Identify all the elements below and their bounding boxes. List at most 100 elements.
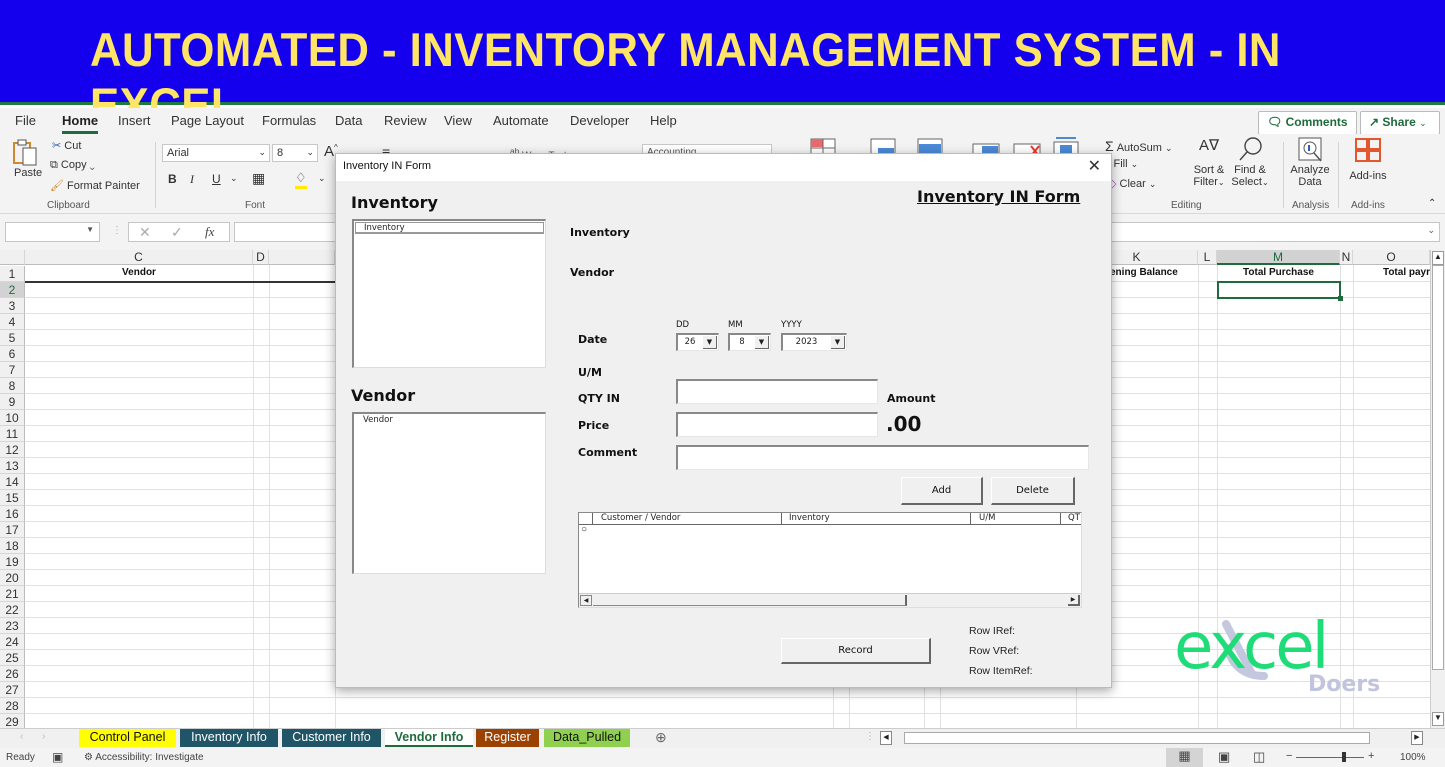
row-selector-icon[interactable]: ○ [581, 524, 587, 535]
cell-c1[interactable]: Vendor [25, 267, 253, 278]
font-name-select[interactable]: Arial ⌄ [162, 144, 270, 162]
grid-scroll-thumb[interactable] [593, 595, 907, 606]
sort-filter-button[interactable]: A∇ Sort & Filter⌄ [1192, 136, 1226, 188]
row-header-27[interactable]: 27 [0, 682, 25, 698]
add-ins-button[interactable]: Add-ins [1346, 136, 1390, 182]
row-header-21[interactable]: 21 [0, 586, 25, 602]
row-header-25[interactable]: 25 [0, 650, 25, 666]
italic-button[interactable]: I [190, 172, 194, 187]
tab-file[interactable]: File [15, 113, 36, 128]
fill-handle[interactable] [1338, 296, 1343, 301]
sheet-tab-vendor-info[interactable]: Vendor Info [385, 729, 473, 747]
scroll-thumb[interactable] [1432, 265, 1444, 670]
normal-view-icon[interactable]: ▦ [1166, 748, 1203, 767]
entries-grid[interactable]: Customer / Vendor Inventory U/M QT ○ ◀ ▶ [578, 512, 1082, 608]
price-input[interactable] [676, 412, 878, 437]
share-button[interactable]: ↗ Share ⌄ [1360, 111, 1440, 135]
vendor-listbox[interactable]: Vendor [352, 412, 546, 574]
borders-button[interactable]: ▦ [252, 170, 265, 187]
row-header-4[interactable]: 4 [0, 314, 25, 330]
grid-hscrollbar[interactable]: ◀ ▶ [579, 593, 1081, 607]
column-header-o[interactable]: O [1353, 250, 1430, 265]
column-header-n[interactable]: N [1340, 250, 1353, 265]
inventory-listbox[interactable]: Inventory [352, 219, 546, 368]
copy-button[interactable]: ⧉ Copy ⌄ [50, 159, 95, 172]
page-layout-view-icon[interactable]: ▣ [1218, 749, 1230, 765]
row-header-18[interactable]: 18 [0, 538, 25, 554]
dropdown-arrow-icon[interactable]: ▼ [755, 336, 769, 349]
hscroll-left-arrow[interactable]: ◀ [880, 731, 892, 745]
grid-col-qty[interactable]: QT [1068, 513, 1080, 524]
row-header-5[interactable]: 5 [0, 330, 25, 346]
find-select-button[interactable]: Find & Select⌄ [1230, 136, 1270, 188]
sheet-tab-inventory-info[interactable]: Inventory Info [180, 729, 278, 747]
close-icon[interactable]: ✕ [1088, 156, 1101, 176]
fill-button[interactable]: ↓Fill ⌄ [1108, 158, 1138, 170]
row-header-2[interactable]: 2 [0, 282, 25, 298]
drag-handle[interactable]: ⋮ [112, 225, 122, 236]
zoom-slider-thumb[interactable] [1342, 752, 1346, 762]
sheet-tab-customer-info[interactable]: Customer Info [282, 729, 381, 747]
row-header-23[interactable]: 23 [0, 618, 25, 634]
delete-button[interactable]: Delete [991, 477, 1075, 505]
add-button[interactable]: Add [901, 477, 983, 505]
sheet-tab-control-panel[interactable]: Control Panel [79, 729, 176, 747]
chevron-down-icon[interactable]: ⌄ [230, 173, 238, 184]
zoom-slider[interactable] [1296, 757, 1364, 758]
row-header-10[interactable]: 10 [0, 410, 25, 426]
prev-sheet-arrow[interactable]: ‹ [20, 731, 23, 742]
row-header-1[interactable]: 1 [0, 266, 25, 282]
row-header-8[interactable]: 8 [0, 378, 25, 394]
row-header-26[interactable]: 26 [0, 666, 25, 682]
bold-button[interactable]: B [168, 172, 177, 186]
sheet-tab-register[interactable]: Register [476, 729, 539, 747]
collapse-ribbon-icon[interactable]: ⌃ [1428, 198, 1436, 209]
column-header-m[interactable]: M [1217, 250, 1340, 265]
row-header-22[interactable]: 22 [0, 602, 25, 618]
add-sheet-icon[interactable]: ⊕ [655, 729, 667, 746]
row-header-29[interactable]: 29 [0, 714, 25, 728]
month-select[interactable]: 8 ▼ [728, 333, 771, 351]
comment-input[interactable] [676, 445, 1089, 470]
scroll-right-arrow[interactable]: ▶ [1068, 595, 1080, 606]
format-painter-button[interactable]: 🖌 Format Painter [50, 179, 140, 192]
row-header-13[interactable]: 13 [0, 458, 25, 474]
macro-record-icon[interactable]: ▣ [52, 750, 63, 764]
scroll-left-arrow[interactable]: ◀ [580, 595, 592, 606]
cell-o1[interactable]: Total payr [1353, 267, 1430, 278]
tab-developer[interactable]: Developer [570, 113, 629, 128]
scroll-up-arrow[interactable]: ▲ [1432, 251, 1444, 265]
comments-button[interactable]: 🗨 Comments [1258, 111, 1357, 135]
clear-button[interactable]: ◇ Clear ⌄ [1108, 177, 1156, 190]
tab-help[interactable]: Help [650, 113, 677, 128]
row-header-12[interactable]: 12 [0, 442, 25, 458]
tab-automate[interactable]: Automate [493, 113, 549, 128]
paste-button[interactable] [12, 138, 40, 168]
row-header-9[interactable]: 9 [0, 394, 25, 410]
row-header-3[interactable]: 3 [0, 298, 25, 314]
grid-col-um[interactable]: U/M [979, 513, 995, 524]
inventory-list-header[interactable]: Inventory [355, 222, 544, 234]
tab-review[interactable]: Review [384, 113, 427, 128]
select-all-corner[interactable] [0, 250, 25, 265]
sheet-tab-data-pulled[interactable]: Data_Pulled [544, 729, 630, 747]
cell-m1[interactable]: Total Purchase [1217, 267, 1340, 278]
paste-label[interactable]: Paste [14, 167, 42, 179]
active-cell-m2[interactable] [1217, 281, 1343, 301]
zoom-out-button[interactable]: − [1286, 750, 1292, 762]
row-header-28[interactable]: 28 [0, 698, 25, 714]
day-select[interactable]: 26 ▼ [676, 333, 719, 351]
grid-col-inventory[interactable]: Inventory [789, 513, 830, 524]
name-box[interactable]: ▼ [5, 222, 100, 242]
accessibility-status[interactable]: ⚙ Accessibility: Investigate [84, 752, 204, 763]
check-icon[interactable]: ✓ [171, 224, 183, 241]
fill-color-button[interactable]: ♢ [295, 170, 307, 189]
tab-insert[interactable]: Insert [118, 113, 151, 128]
dropdown-arrow-icon[interactable]: ▼ [703, 336, 717, 349]
cancel-icon[interactable]: ✕ [139, 224, 151, 241]
row-header-17[interactable]: 17 [0, 522, 25, 538]
column-header-c[interactable]: C [25, 250, 253, 265]
autosum-button[interactable]: Σ AutoSum ⌄ [1105, 138, 1173, 154]
row-header-7[interactable]: 7 [0, 362, 25, 378]
vertical-scrollbar[interactable]: ▲ ▼ [1430, 250, 1445, 728]
